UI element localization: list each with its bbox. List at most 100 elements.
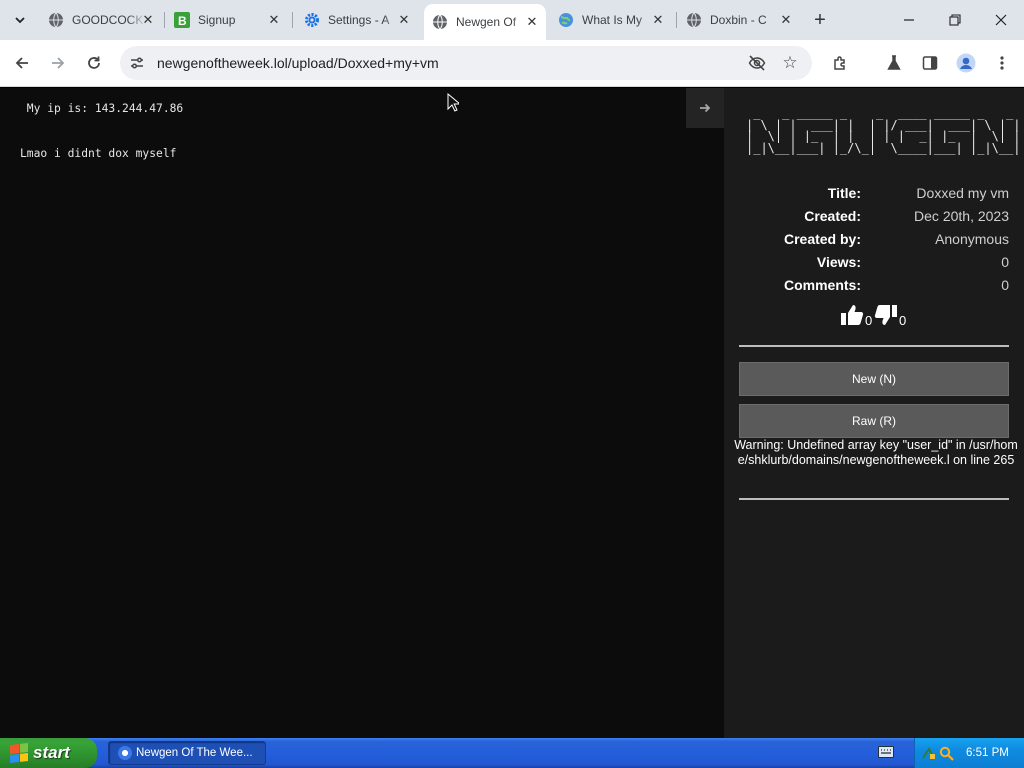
close-tab-icon[interactable]: ✕	[650, 12, 666, 28]
forward-button[interactable]	[45, 50, 71, 76]
tab-newgen[interactable]: Newgen Of ✕	[424, 4, 546, 40]
system-tray: 6:51 PM	[914, 738, 1024, 768]
reload-button[interactable]	[81, 50, 107, 76]
start-label: start	[33, 743, 70, 762]
like-count: 0	[865, 313, 873, 328]
meta-value: 0	[1001, 277, 1009, 293]
paste-text: My ip is: 143.244.47.86 Lmao i didnt dox…	[20, 102, 184, 160]
meta-value: Anonymous	[935, 231, 1009, 247]
tab-separator	[164, 12, 165, 28]
chrome-icon	[118, 746, 132, 760]
tab-goodcock[interactable]: GOODCOCK ✕	[40, 6, 162, 34]
restore-button[interactable]	[943, 8, 967, 32]
world-favicon-icon	[558, 12, 574, 28]
close-window-button[interactable]	[989, 8, 1013, 32]
tab-doxbin[interactable]: Doxbin - C ✕	[678, 6, 800, 34]
arrow-right-icon	[52, 57, 65, 69]
close-tab-icon[interactable]: ✕	[396, 12, 412, 28]
paste-info-sidebar: _ _ _____ _ _ ____ _____ _ _ | \ | | ___…	[724, 88, 1024, 738]
tab-title: What Is My	[582, 13, 643, 27]
meta-views-row: Views: 0	[739, 254, 1009, 274]
like-button[interactable]: 0	[840, 304, 873, 328]
minimize-icon	[904, 19, 914, 21]
reload-icon	[88, 56, 100, 69]
meta-value: 0	[1001, 254, 1009, 270]
php-warning-text: Warning: Undefined array key "user_id" i…	[734, 438, 1018, 467]
keyboard-icon[interactable]	[878, 746, 894, 758]
taskbar-app-button[interactable]: Newgen Of The Wee...	[108, 741, 266, 765]
taskbar: start Newgen Of The Wee... 6:51 PM	[0, 738, 1024, 768]
profile-button[interactable]	[953, 50, 979, 76]
meta-value: Dec 20th, 2023	[914, 208, 1009, 224]
globe-icon	[432, 14, 448, 30]
side-panel-button[interactable]	[917, 50, 943, 76]
tab-title: Signup	[198, 13, 236, 27]
tab-title: Newgen Of	[456, 15, 517, 29]
windows-logo-icon	[10, 743, 28, 763]
avatar-icon	[956, 53, 976, 73]
arrow-right-icon	[700, 103, 711, 113]
globe-icon	[48, 12, 64, 28]
url-text: newgenoftheweek.lol/upload/Doxxed+my+vm	[157, 55, 439, 71]
meta-created-row: Created: Dec 20th, 2023	[739, 208, 1009, 228]
arrow-left-icon	[15, 57, 28, 69]
extensions-button[interactable]	[828, 50, 854, 76]
meta-value: Doxxed my vm	[916, 185, 1009, 201]
tab-title: Doxbin - C	[710, 13, 767, 27]
bookmark-star-icon[interactable]: ☆	[780, 53, 800, 73]
vote-controls: 0 0	[840, 304, 920, 332]
svg-text:B: B	[178, 14, 187, 28]
tab-what-is-my[interactable]: What Is My ✕	[550, 6, 672, 34]
eye-off-icon[interactable]	[748, 54, 766, 72]
tab-settings[interactable]: Settings - A ✕	[296, 6, 418, 34]
tab-search-button[interactable]	[8, 8, 32, 32]
taskbar-app-label: Newgen Of The Wee...	[136, 747, 253, 759]
raw-paste-button[interactable]: Raw (R)	[739, 404, 1009, 438]
site-ascii-logo: _ _ _____ _ _ ____ _____ _ _ | \ | | ___…	[746, 106, 1021, 155]
clock: 6:51 PM	[966, 747, 1009, 759]
close-tab-icon[interactable]: ✕	[778, 12, 794, 28]
meta-label: Created by:	[783, 231, 861, 247]
meta-comments-row: Comments: 0	[739, 277, 1009, 297]
site-info-icon[interactable]	[128, 54, 146, 72]
dislike-count: 0	[899, 313, 907, 328]
labs-button[interactable]	[881, 50, 907, 76]
close-tab-icon[interactable]: ✕	[140, 12, 156, 28]
meta-label: Views:	[816, 254, 861, 270]
meta-title-row: Title: Doxxed my vm	[739, 185, 1009, 205]
meta-label: Comments:	[783, 277, 861, 293]
sidebar-toggle-button[interactable]	[686, 88, 724, 128]
restore-icon	[949, 14, 961, 26]
tab-title: GOODCOCK	[72, 13, 144, 27]
page-content: My ip is: 143.244.47.86 Lmao i didnt dox…	[0, 88, 1024, 738]
browser-toolbar: newgenoftheweek.lol/upload/Doxxed+my+vm …	[0, 40, 1024, 87]
chevron-down-icon	[15, 17, 25, 24]
paste-content-area: My ip is: 143.244.47.86 Lmao i didnt dox…	[0, 88, 724, 738]
tab-separator	[676, 12, 677, 28]
dislike-button[interactable]: 0	[874, 304, 907, 328]
new-paste-button[interactable]: New (N)	[739, 362, 1009, 396]
search-icon[interactable]	[939, 746, 954, 761]
thumbs-down-icon	[874, 305, 897, 325]
close-tab-icon[interactable]: ✕	[266, 12, 282, 28]
new-tab-button[interactable]: +	[808, 8, 832, 32]
meta-label: Created:	[804, 208, 861, 224]
close-icon	[995, 14, 1007, 26]
meta-label: Title:	[827, 185, 861, 201]
menu-button[interactable]	[989, 50, 1015, 76]
flask-icon	[887, 55, 901, 70]
minimize-button[interactable]	[897, 8, 921, 32]
close-tab-icon[interactable]: ✕	[524, 14, 540, 30]
kebab-menu-icon	[1000, 56, 1004, 70]
tab-separator	[292, 12, 293, 28]
puzzle-icon	[834, 56, 845, 70]
thumbs-up-icon	[841, 305, 864, 325]
back-button[interactable]	[9, 50, 35, 76]
start-button[interactable]: start	[0, 738, 97, 768]
address-bar[interactable]: newgenoftheweek.lol/upload/Doxxed+my+vm …	[120, 46, 812, 80]
globe-icon	[686, 12, 702, 28]
network-icon[interactable]	[921, 746, 936, 761]
divider	[739, 498, 1009, 500]
tab-signup[interactable]: B Signup ✕	[166, 6, 288, 34]
meta-author-row: Created by: Anonymous	[739, 231, 1009, 251]
